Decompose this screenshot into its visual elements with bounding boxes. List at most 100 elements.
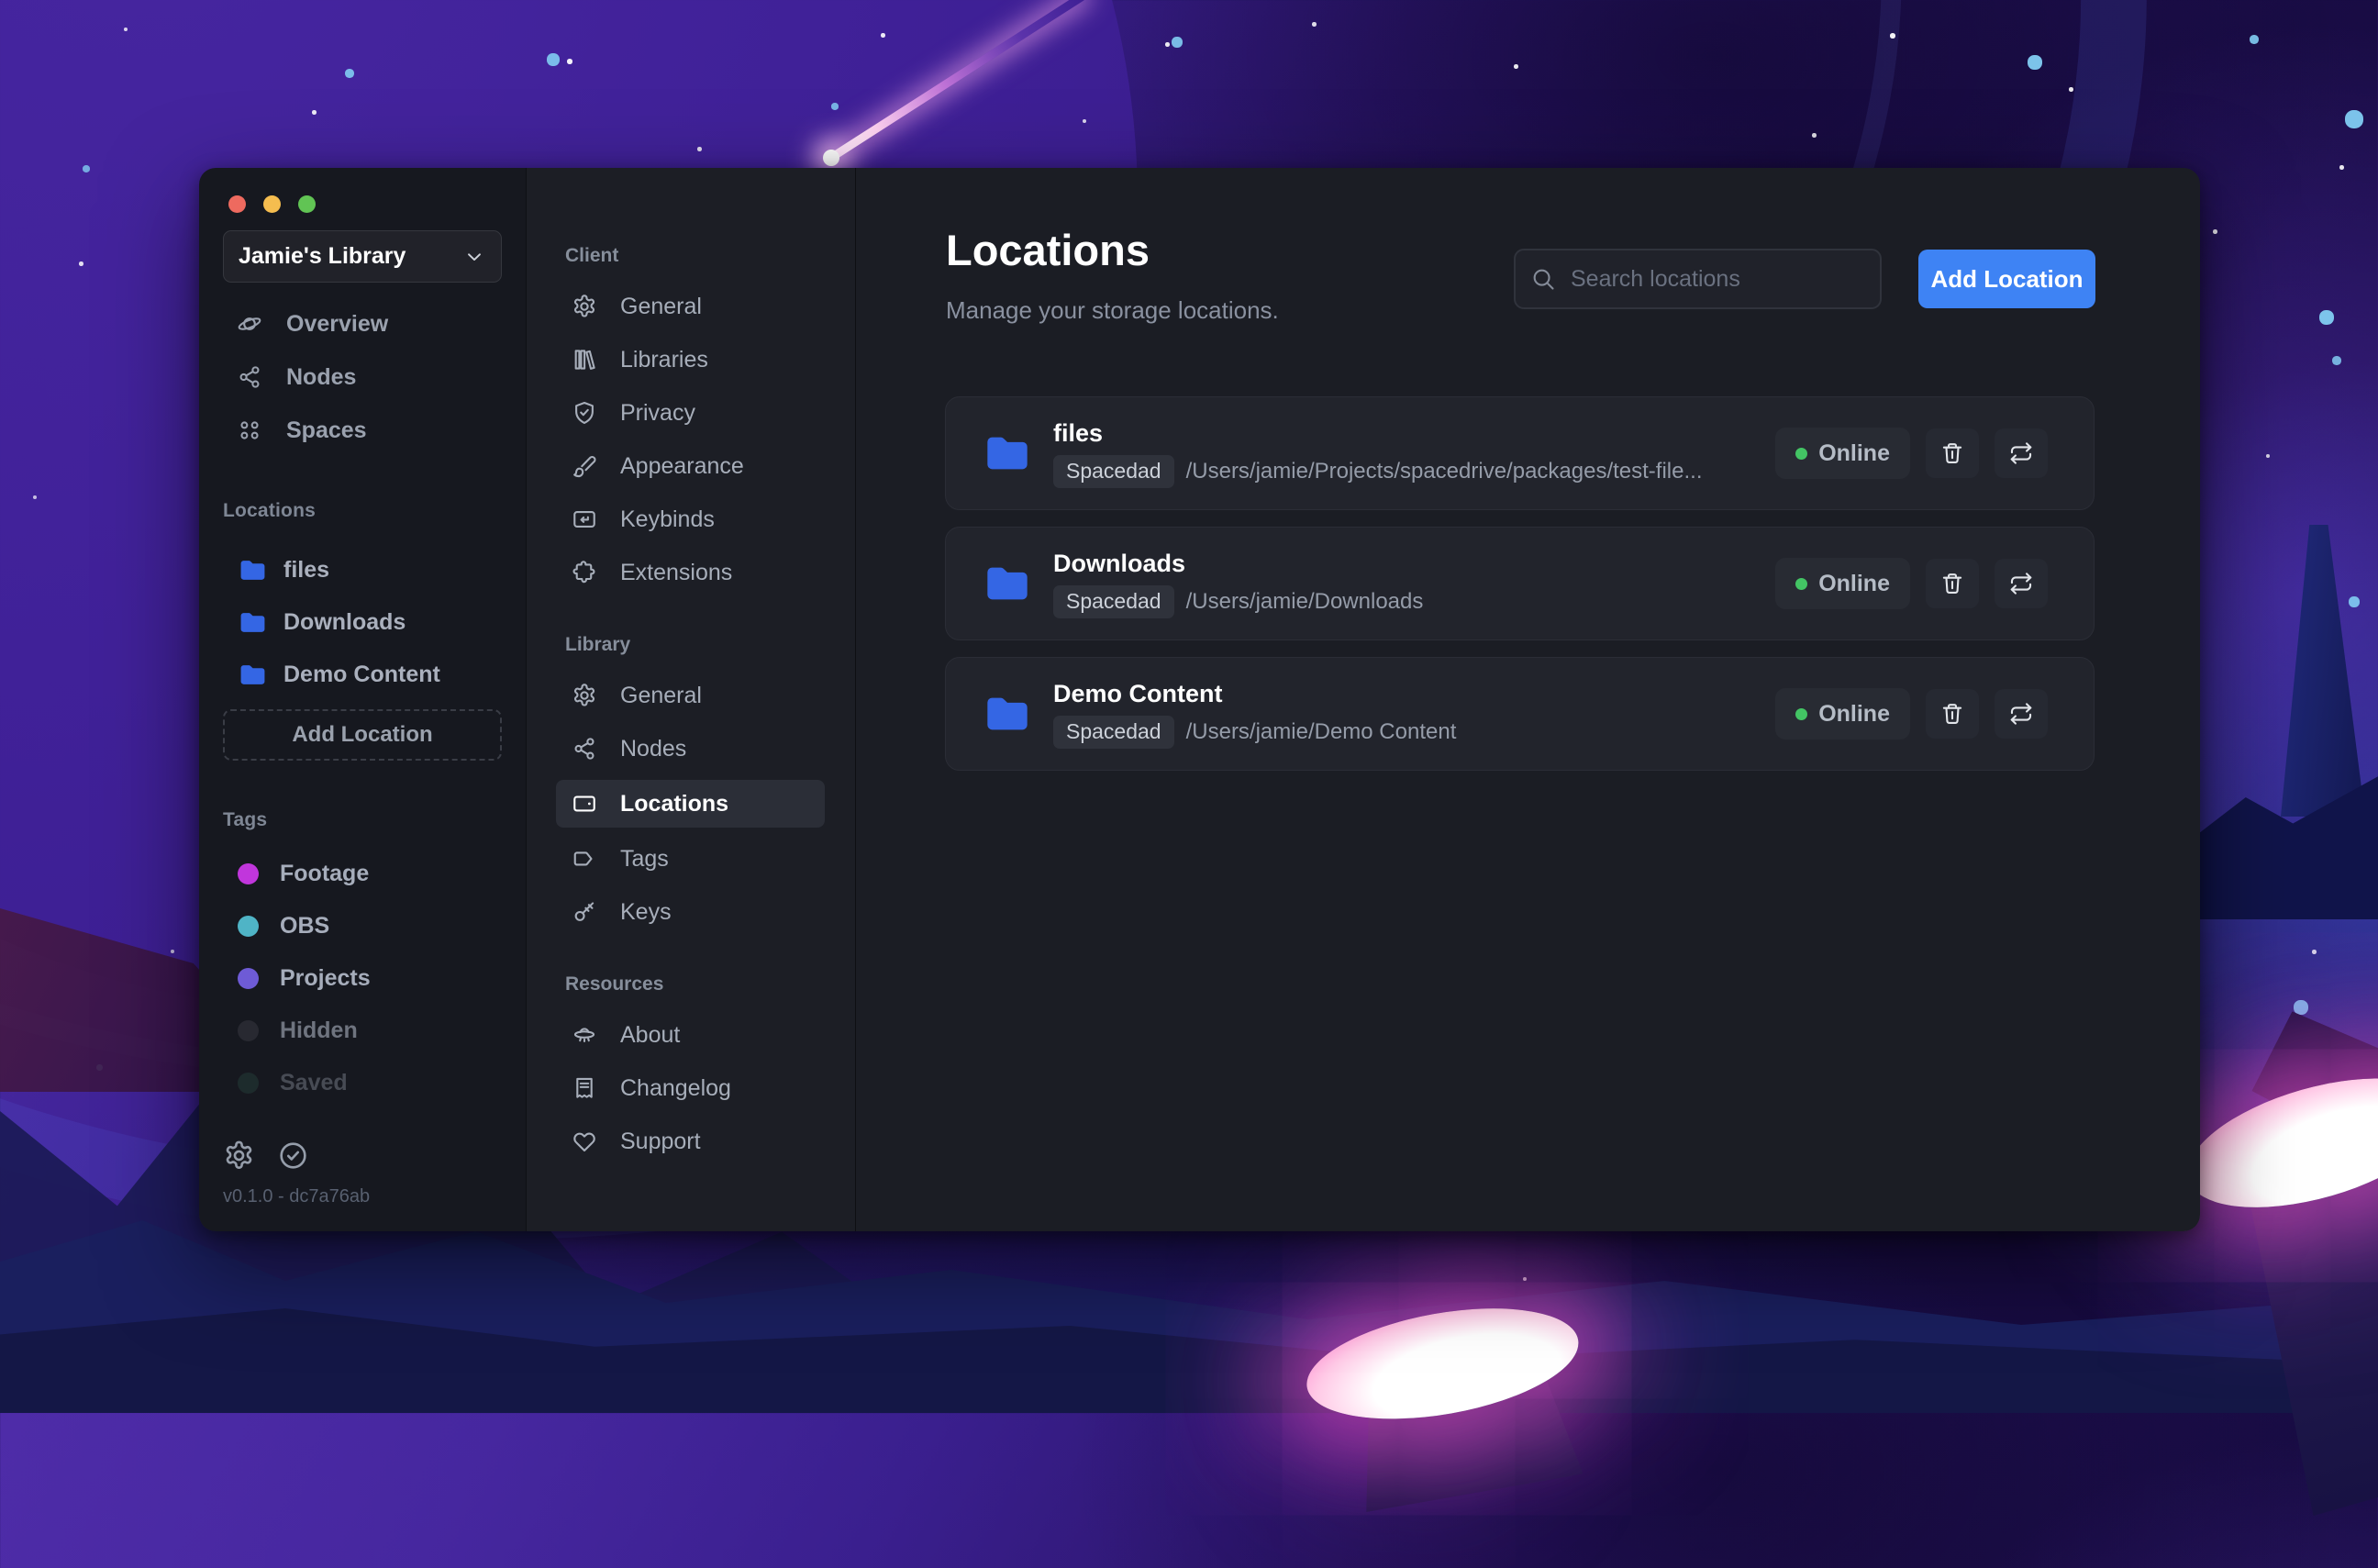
sidebar-footer: v0.1.0 - dc7a76ab: [223, 1140, 370, 1207]
repeat-icon: [2008, 701, 2034, 727]
location-name: files: [1053, 418, 1104, 447]
settings-item-label: Locations: [620, 790, 729, 817]
sidebar-add-location-button[interactable]: Add Location: [223, 709, 502, 761]
node-badge: Spacedad: [1053, 715, 1174, 749]
sidebar-item-nodes[interactable]: Nodes: [223, 355, 502, 399]
folder-icon: [979, 560, 1036, 607]
settings-item-privacy[interactable]: Privacy: [556, 391, 825, 435]
location-item-demo-content[interactable]: Demo Content: [223, 652, 502, 696]
location-item-downloads[interactable]: Downloads: [223, 600, 502, 644]
settings-item-label: General: [620, 293, 702, 319]
status-label: Online: [1818, 700, 1890, 727]
location-name: Demo Content: [1053, 679, 1223, 707]
settings-item-label: Nodes: [620, 735, 687, 762]
tag-label: Hidden: [280, 1017, 358, 1043]
settings-item-locations-selected[interactable]: Locations: [556, 780, 825, 828]
settings-item-changelog[interactable]: Changelog: [556, 1066, 825, 1110]
tag-item-footage[interactable]: Footage: [223, 851, 502, 895]
rescan-location-button[interactable]: [1995, 559, 2048, 608]
chevron-down-icon: [462, 245, 486, 269]
settings-item-keys[interactable]: Keys: [556, 890, 825, 934]
settings-item-keybinds[interactable]: Keybinds: [556, 497, 825, 541]
sidebar-nav: Overview Nodes Spaces: [223, 302, 502, 452]
tag-item-obs[interactable]: OBS: [223, 904, 502, 948]
tag-color-dot: [238, 862, 259, 884]
location-card-files[interactable]: files Spacedad /Users/jamie/Projects/spa…: [945, 396, 2095, 510]
zoom-window-button[interactable]: [298, 195, 316, 213]
folder-icon: [236, 608, 270, 637]
status-badge: Online: [1775, 558, 1910, 609]
settings-section-client: Client: [565, 245, 619, 266]
settings-item-label: Libraries: [620, 346, 708, 373]
tag-item-projects[interactable]: Projects: [223, 956, 502, 1000]
settings-item-library-tags[interactable]: Tags: [556, 837, 825, 881]
settings-item-appearance[interactable]: Appearance: [556, 444, 825, 488]
status-label: Online: [1818, 439, 1890, 466]
online-dot: [1795, 707, 1808, 720]
settings-item-client-general[interactable]: General: [556, 284, 825, 328]
tag-label: Projects: [280, 964, 371, 991]
delete-location-button[interactable]: [1926, 559, 1979, 608]
check-circle-icon[interactable]: [277, 1140, 309, 1172]
tags-section-header: Tags: [223, 809, 268, 830]
settings-item-label: Privacy: [620, 399, 695, 426]
location-info: Downloads Spacedad /Users/jamie/Download…: [1053, 550, 1423, 618]
minimize-window-button[interactable]: [263, 195, 281, 213]
comet-head: [823, 150, 839, 166]
sidebar-item-overview[interactable]: Overview: [223, 302, 502, 346]
tag-label: Saved: [280, 1069, 348, 1095]
key-icon: [572, 899, 597, 925]
node-badge: Spacedad: [1053, 454, 1174, 488]
online-dot: [1795, 577, 1808, 590]
delete-location-button[interactable]: [1926, 689, 1979, 739]
settings-item-label: Keybinds: [620, 506, 715, 532]
sidebar-item-label: Nodes: [286, 363, 357, 390]
page-title: Locations: [946, 226, 1150, 274]
settings-item-extensions[interactable]: Extensions: [556, 550, 825, 595]
tag-item-saved[interactable]: Saved: [223, 1061, 502, 1105]
repeat-icon: [2008, 571, 2034, 596]
keyboard-return-icon: [572, 506, 597, 532]
settings-item-library-general[interactable]: General: [556, 673, 825, 717]
rescan-location-button[interactable]: [1995, 689, 2048, 739]
locations-list: files Downloads Demo Content: [223, 548, 502, 696]
app-version: v0.1.0 - dc7a76ab: [223, 1186, 371, 1207]
spacedrive-settings-window: Jamie's Library Overview Nodes Spaces Lo…: [199, 168, 2200, 1231]
settings-item-library-nodes[interactable]: Nodes: [556, 727, 825, 771]
settings-item-about[interactable]: About: [556, 1013, 825, 1057]
library-switcher[interactable]: Jamie's Library: [223, 230, 502, 283]
status-label: Online: [1818, 570, 1890, 596]
tag-icon: [572, 846, 597, 872]
tag-label: Footage: [280, 860, 370, 886]
settings-item-support[interactable]: Support: [556, 1119, 825, 1163]
close-window-button[interactable]: [228, 195, 246, 213]
location-card-icon: [572, 791, 597, 817]
paintbrush-icon: [572, 453, 597, 479]
settings-item-libraries[interactable]: Libraries: [556, 338, 825, 382]
folder-icon: [979, 429, 1036, 477]
settings-main-panel: Locations Manage your storage locations.…: [855, 168, 2200, 1231]
settings-item-label: Tags: [620, 845, 669, 872]
page-subtitle: Manage your storage locations.: [946, 296, 1279, 324]
rescan-location-button[interactable]: [1995, 428, 2048, 478]
location-card-downloads[interactable]: Downloads Spacedad /Users/jamie/Download…: [945, 527, 2095, 640]
tag-color-dot: [238, 967, 259, 989]
add-location-button[interactable]: Add Location: [1918, 250, 2095, 308]
app-sidebar: Jamie's Library Overview Nodes Spaces Lo…: [199, 168, 526, 1231]
search-icon: [1530, 266, 1556, 292]
folder-icon: [236, 556, 270, 584]
location-card-demo-content[interactable]: Demo Content Spacedad /Users/jamie/Demo …: [945, 657, 2095, 771]
settings-nav: Client General Libraries Privacy Appeara…: [526, 168, 855, 1231]
search-locations-input[interactable]: [1569, 264, 1871, 294]
tag-item-hidden[interactable]: Hidden: [223, 1008, 502, 1052]
gear-icon: [572, 294, 597, 319]
shield-check-icon: [572, 400, 597, 426]
settings-gear-icon[interactable]: [223, 1140, 255, 1172]
trash-icon: [1939, 701, 1965, 727]
delete-location-button[interactable]: [1926, 428, 1979, 478]
location-item-files[interactable]: files: [223, 548, 502, 592]
settings-section-library: Library: [565, 634, 631, 655]
settings-item-label: Changelog: [620, 1074, 731, 1101]
sidebar-item-spaces[interactable]: Spaces: [223, 408, 502, 452]
location-item-label: Downloads: [283, 608, 406, 635]
